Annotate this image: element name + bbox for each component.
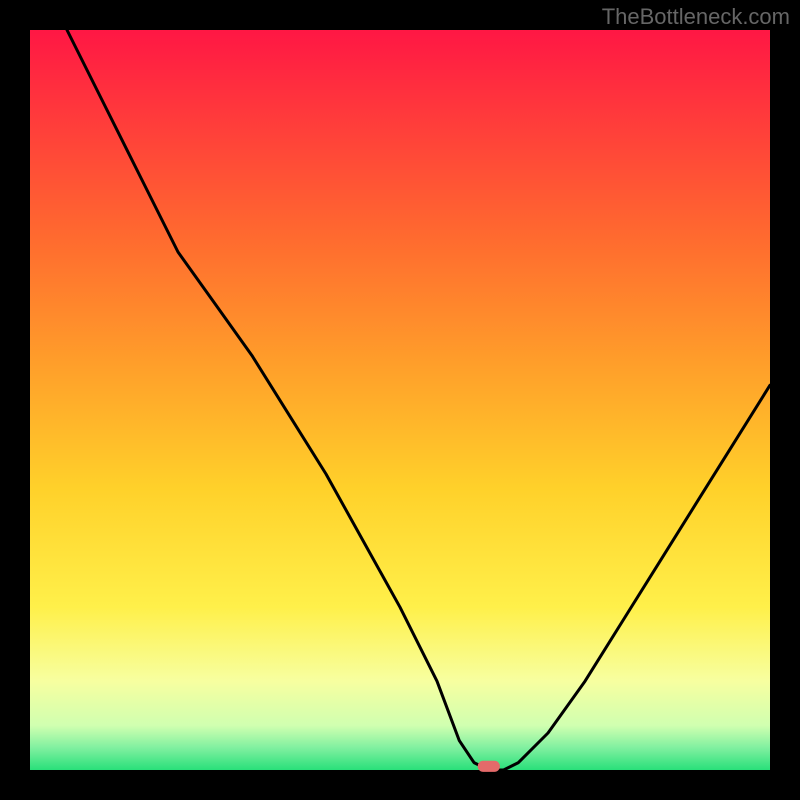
- gradient-plot-area: [30, 30, 770, 770]
- watermark: TheBottleneck.com: [602, 4, 790, 30]
- optimal-marker: [478, 761, 500, 772]
- chart-container: TheBottleneck.com: [0, 0, 800, 800]
- bottleneck-chart: [0, 0, 800, 800]
